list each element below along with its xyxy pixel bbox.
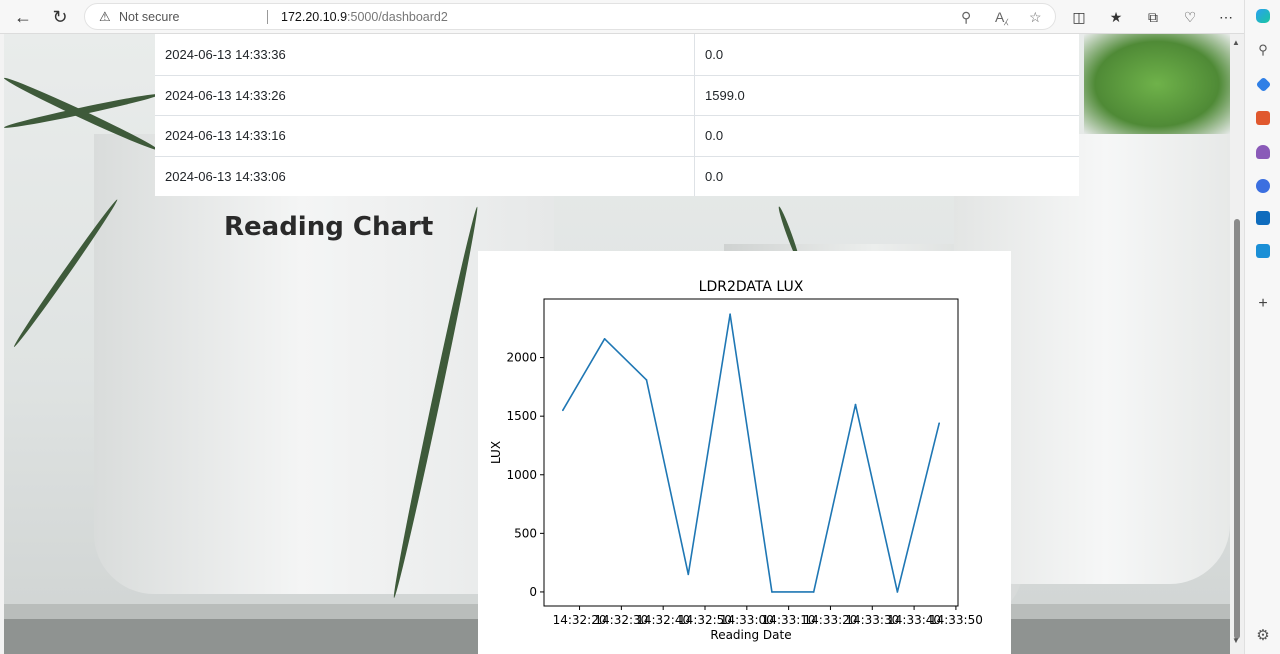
tools-icon[interactable] xyxy=(1253,108,1273,128)
designer-icon[interactable] xyxy=(1253,241,1273,261)
search-icon[interactable]: ⚲ xyxy=(1253,40,1273,60)
reading-value-cell: 0.0 xyxy=(705,46,724,62)
url-path: :5000/dashboard2 xyxy=(347,10,448,24)
lux-data-point xyxy=(645,379,648,381)
refresh-icon[interactable]: ↻ xyxy=(47,5,73,29)
chart-image: 0 500 1000 1500 2000 14:32:20 14:32:30 14:32:40… xyxy=(478,251,1011,654)
reading-date-cell: 2024-06-13 14:33:06 xyxy=(155,156,695,196)
reading-date-cell: 2024-06-13 14:33:26 xyxy=(155,75,695,115)
lux-series-line xyxy=(562,313,940,593)
copilot-icon[interactable] xyxy=(1253,6,1273,26)
x-tick-label: 14:33:50 xyxy=(929,613,983,627)
browser-toolbar: ← ↻ ⚠ Not secure 172.20.10.9:5000/dashbo… xyxy=(0,0,1280,34)
lux-data-point xyxy=(729,313,731,316)
chart-title: LDR2DATA LUX xyxy=(699,279,804,295)
warning-icon: ⚠ xyxy=(99,9,111,24)
add-icon[interactable]: + xyxy=(1253,294,1273,314)
back-icon[interactable]: ← xyxy=(10,5,36,29)
reading-value-cell: 1599.0 xyxy=(705,87,745,103)
favorites-icon[interactable]: ★ xyxy=(1105,6,1127,28)
more-menu-icon[interactable]: ⋯ xyxy=(1215,6,1237,28)
lux-data-point xyxy=(938,422,940,425)
lux-data-point xyxy=(854,403,857,406)
collections-icon[interactable]: ⧉ xyxy=(1142,6,1164,28)
address-bar[interactable]: ⚠ Not secure 172.20.10.9:5000/dashboard2… xyxy=(84,3,1056,30)
browser-essentials-icon[interactable]: ♡ xyxy=(1179,6,1201,28)
outlook-icon[interactable] xyxy=(1253,208,1273,228)
table-row: 2024-06-13 14:33:26 1599.0 xyxy=(155,74,1079,115)
games-icon[interactable] xyxy=(1253,142,1273,162)
lux-data-point xyxy=(603,338,606,340)
page-viewport: 2024-06-13 14:33:36 0.0 2024-06-13 14:33… xyxy=(4,34,1230,654)
reading-date-cell: 2024-06-13 14:33:36 xyxy=(155,34,695,75)
y-axis-label: LUX xyxy=(489,441,503,464)
key-icon[interactable]: ⚲ xyxy=(961,9,971,26)
reading-value-cell: 0.0 xyxy=(705,168,724,184)
lux-data-point xyxy=(896,591,899,593)
reading-date-cell: 2024-06-13 14:33:16 xyxy=(155,116,695,156)
readings-table: 2024-06-13 14:33:36 0.0 2024-06-13 14:33… xyxy=(155,34,1079,196)
lux-data-point xyxy=(687,573,690,576)
settings-gear-icon[interactable]: ⚙ xyxy=(1253,625,1273,645)
shopping-icon[interactable] xyxy=(1253,74,1273,94)
page-scrollbar[interactable]: ▲ ▼ xyxy=(1230,34,1244,654)
table-row: 2024-06-13 14:33:16 0.0 xyxy=(155,115,1079,156)
y-tick-label: 1000 xyxy=(506,468,537,482)
url-text: 172.20.10.9:5000/dashboard2 xyxy=(281,10,448,24)
split-screen-icon[interactable]: ◫ xyxy=(1068,6,1090,28)
lux-data-point xyxy=(771,591,773,593)
background-plant-leaves xyxy=(1084,34,1230,134)
favorite-star-icon[interactable]: ☆ xyxy=(1029,9,1042,26)
y-tick-label: 1500 xyxy=(506,409,537,423)
y-tick-label: 2000 xyxy=(506,351,537,365)
reading-value-cell: 0.0 xyxy=(705,128,724,144)
url-host: 172.20.10.9 xyxy=(281,10,348,24)
lux-line-chart: 050010001500200014:32:2014:32:3014:32:40… xyxy=(489,279,983,642)
table-row: 2024-06-13 14:33:36 0.0 xyxy=(155,34,1079,75)
y-tick-label: 0 xyxy=(529,585,537,599)
lux-data-point xyxy=(812,591,815,593)
scrollbar-thumb[interactable] xyxy=(1234,219,1240,639)
edge-sidebar: ⚲ + ⚙ xyxy=(1244,0,1280,654)
microsoft365-icon[interactable] xyxy=(1253,176,1273,196)
table-row: 2024-06-13 14:33:06 0.0 xyxy=(155,155,1079,196)
x-axis-label: Reading Date xyxy=(710,628,791,642)
security-label[interactable]: Not secure xyxy=(119,10,179,24)
scroll-down-arrow-icon[interactable]: ▼ xyxy=(1232,636,1240,645)
scroll-up-arrow-icon[interactable]: ▲ xyxy=(1232,38,1240,47)
lux-data-point xyxy=(562,409,564,412)
read-aloud-icon[interactable]: A⁁ xyxy=(995,9,1008,26)
address-separator xyxy=(267,10,268,24)
y-tick-label: 500 xyxy=(514,526,537,540)
reading-chart-heading: Reading Chart xyxy=(224,212,434,242)
